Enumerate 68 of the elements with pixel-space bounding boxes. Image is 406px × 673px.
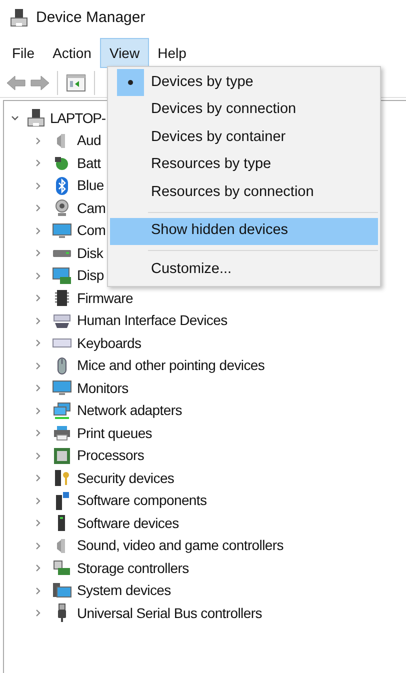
tree-item[interactable]: Print queues <box>77 422 152 444</box>
expand-chevron-icon[interactable] <box>34 586 42 595</box>
chip-icon <box>52 288 72 308</box>
display-card-icon <box>52 266 72 286</box>
expand-chevron-icon[interactable] <box>34 294 42 302</box>
tree-item[interactable]: Mice and other pointing devices <box>77 355 265 376</box>
tree-item[interactable]: Universal Serial Bus controllers <box>77 602 262 624</box>
tree-item[interactable]: Software components <box>77 490 207 512</box>
menu-option[interactable]: Show hidden devices <box>110 218 378 245</box>
printer-icon <box>52 423 72 444</box>
tree-item[interactable]: Storage controllers <box>77 558 189 579</box>
expand-chevron-icon[interactable] <box>34 226 42 235</box>
expand-chevron-icon[interactable] <box>34 452 42 460</box>
tree-item[interactable]: System devices <box>77 580 171 602</box>
network-icon <box>52 400 72 421</box>
tree-item[interactable]: Firmware <box>77 288 133 309</box>
menu-item[interactable]: View <box>100 38 149 68</box>
expand-chevron-icon[interactable] <box>34 272 42 280</box>
expand-chevron-icon[interactable] <box>34 182 42 190</box>
tree-item[interactable]: Human Interface Devices <box>77 310 228 332</box>
app-icon <box>10 8 28 28</box>
expand-chevron-icon[interactable] <box>34 429 42 438</box>
expand-chevron-icon[interactable] <box>34 339 42 348</box>
tree-item[interactable]: Disk <box>77 242 104 264</box>
expand-chevron-icon[interactable] <box>34 542 42 550</box>
menu-option[interactable]: Resources by connection <box>110 179 378 206</box>
expand-chevron-icon[interactable] <box>34 496 42 505</box>
tree-item[interactable]: Software devices <box>77 512 179 534</box>
tree-item[interactable]: Blue <box>77 175 104 196</box>
tree-item[interactable]: Disp <box>77 265 104 286</box>
menu-item[interactable]: File <box>3 38 44 68</box>
tree-item[interactable]: Sound, video and game controllers <box>77 535 284 556</box>
expand-chevron-icon[interactable] <box>34 564 42 572</box>
expand-chevron-icon[interactable] <box>34 159 42 168</box>
tree-item[interactable]: Keyboards <box>77 332 142 354</box>
menu-item[interactable]: Action <box>44 38 100 68</box>
expand-chevron-icon[interactable] <box>34 474 42 482</box>
window-title: Device Manager <box>36 8 146 28</box>
expand-chevron-icon[interactable] <box>34 316 42 325</box>
tree-item[interactable]: Network adapters <box>77 400 182 422</box>
expand-chevron-icon[interactable] <box>34 249 42 258</box>
expand-chevron-icon[interactable] <box>34 362 42 370</box>
collapse-chevron-icon[interactable] <box>11 114 19 122</box>
processor-icon <box>52 446 72 466</box>
expand-chevron-icon[interactable] <box>34 406 42 415</box>
expand-chevron-icon[interactable] <box>34 609 42 618</box>
monitor-icon <box>52 220 72 241</box>
tree-item[interactable]: Cam <box>77 198 106 219</box>
expand-chevron-icon[interactable] <box>34 136 42 145</box>
menu-item[interactable]: Help <box>148 38 196 68</box>
menu-option[interactable]: Resources by type <box>110 152 378 179</box>
menu-option[interactable]: Devices by connection <box>110 96 378 124</box>
tree-item[interactable]: Processors <box>77 445 144 466</box>
expand-chevron-icon[interactable] <box>34 384 42 392</box>
tree-item[interactable]: Batt <box>77 152 101 174</box>
tree-item[interactable]: Com <box>77 220 106 242</box>
expand-chevron-icon[interactable] <box>34 519 42 528</box>
tree-item[interactable]: Security devices <box>77 468 174 489</box>
tower-key-icon <box>52 468 72 488</box>
menu-option[interactable]: Devices by container <box>110 124 378 152</box>
menu-option[interactable]: Devices by type <box>110 69 378 96</box>
tree-item[interactable]: LAPTOP- <box>50 108 106 129</box>
expand-chevron-icon[interactable] <box>34 204 42 212</box>
drive-icon <box>53 250 71 257</box>
tree-item[interactable]: Aud <box>77 130 102 152</box>
computer-icon <box>27 108 45 128</box>
menu-option[interactable]: Customize... <box>110 256 378 284</box>
tree-item[interactable]: Monitors <box>77 378 128 399</box>
